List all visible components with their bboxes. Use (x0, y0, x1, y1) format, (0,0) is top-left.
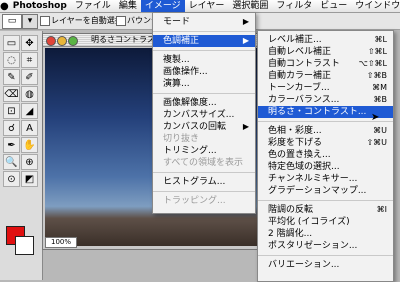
menu-app-photoshop[interactable]: Photoshop (9, 0, 71, 12)
menu-view[interactable]: ビュー (316, 0, 351, 12)
menu-item-gradient-map[interactable]: グラデーションマップ... (258, 185, 393, 197)
image-menu: モード ▶ 色調補正 ▶ 複製... 画像操作... 演算... 画像解像度... … (152, 12, 256, 214)
menu-item-reveal-all: すべての領域を表示 (163, 158, 244, 168)
menu-item-trim[interactable]: トリミング... (153, 145, 255, 157)
menu-item-auto-contrast[interactable]: 自動コントラスト ⌥⇧⌘L (258, 58, 393, 70)
menu-item-duplicate[interactable]: 複製... (153, 54, 255, 66)
submenu-arrow-icon: ▶ (242, 122, 249, 131)
eraser-tool-icon[interactable]: ⌫ (3, 86, 20, 102)
menu-separator (153, 191, 255, 192)
minimize-icon[interactable] (57, 36, 67, 46)
menu-item-apply-image[interactable]: 画像操作... (153, 66, 255, 78)
menu-item-variations[interactable]: バリエーション... (258, 259, 393, 271)
menu-item-desaturate[interactable]: 彩度を下げる ⇧⌘U (258, 137, 393, 149)
adjustments-submenu: レベル補正... ⌘L 自動レベル補正 ⇧⌘L 自動コントラスト ⌥⇧⌘L 自動カラー… (257, 30, 394, 282)
type-tool-icon[interactable]: A (21, 120, 38, 136)
submenu-arrow-icon: ▶ (242, 17, 249, 26)
menu-separator (153, 93, 255, 94)
shortcut-label: ⌘I (376, 205, 387, 214)
notes-tool-icon[interactable]: ⊙ (3, 171, 20, 187)
menu-select[interactable]: 選択範囲 (228, 0, 272, 12)
menu-item-channel-mixer[interactable]: チャンネルミキサー... (258, 173, 393, 185)
menu-item-trap: トラッピング... (163, 196, 226, 206)
menu-separator (153, 31, 255, 32)
menu-separator (153, 50, 255, 51)
menu-item-selective-color[interactable]: 特定色域の選択... (258, 161, 393, 173)
pencil-tool-icon[interactable]: ✐ (21, 69, 38, 85)
menu-item-curves[interactable]: トーンカーブ... ⌘M (258, 82, 393, 94)
mouse-cursor-icon: ➤ (371, 112, 380, 123)
shortcut-label: ⇧⌘U (366, 138, 387, 147)
zoom-tool-icon[interactable]: 🔍 (3, 154, 20, 170)
menu-item-levels[interactable]: レベル補正... ⌘L (258, 34, 393, 46)
stamp-tool-icon[interactable]: ◍ (21, 86, 38, 102)
submenu-arrow-icon: ▶ (242, 36, 249, 45)
hand-tool-icon[interactable]: ✋ (21, 137, 38, 153)
shortcut-label: ⌘M (372, 83, 387, 92)
menu-item-adjustments[interactable]: 色調補正 ▶ (153, 35, 255, 47)
menu-item-calculations[interactable]: 演算... (153, 78, 255, 90)
menu-layer[interactable]: レイヤー (185, 0, 229, 12)
menu-item-histogram[interactable]: ヒストグラム... (153, 176, 255, 188)
close-icon[interactable] (46, 36, 56, 46)
magic-wand-icon[interactable]: ⌗ (21, 52, 38, 68)
menu-separator (258, 200, 393, 201)
menu-item-threshold[interactable]: 2 階調化... (258, 228, 393, 240)
menu-image[interactable]: イメージ (140, 0, 185, 12)
lasso-tool-icon[interactable]: ◌ (3, 52, 20, 68)
menu-edit[interactable]: 編集 (115, 0, 141, 12)
menu-filter[interactable]: フィルタ (272, 0, 316, 12)
menu-separator (153, 172, 255, 173)
menu-item-hue-saturation[interactable]: 色相・彩度... ⌘U (258, 125, 393, 137)
shortcut-label: ⇧⌘B (366, 71, 387, 80)
pen-tool-icon[interactable]: ✒ (3, 137, 20, 153)
menu-separator (258, 255, 393, 256)
shortcut-label: ⌘U (373, 126, 387, 135)
menu-file[interactable]: ファイル (71, 0, 115, 12)
shortcut-label: ⌥⇧⌘L (358, 59, 387, 68)
menu-item-mode[interactable]: モード ▶ (153, 16, 255, 28)
menu-item-replace-color[interactable]: 色の置き換え... (258, 149, 393, 161)
menu-item-invert[interactable]: 階調の反転 ⌘I (258, 204, 393, 216)
crop-tool-icon[interactable]: ⊡ (3, 103, 20, 119)
zoom-icon[interactable] (68, 36, 78, 46)
menu-item-auto-color[interactable]: 自動カラー補正 ⇧⌘B (258, 70, 393, 82)
move-tool-icon[interactable]: ✥ (21, 35, 38, 51)
shortcut-label: ⇧⌘L (367, 47, 387, 56)
gradient-tool-icon[interactable]: ◢ (21, 103, 38, 119)
menu-item-crop: 切り抜き (163, 134, 200, 144)
shortcut-label: ⌘B (373, 95, 388, 104)
menu-item-canvas-size[interactable]: カンバスサイズ... (153, 109, 255, 121)
move-tool-icon[interactable]: ▭ (2, 14, 22, 29)
auto-select-layer-label: レイヤーを自動選択 (51, 16, 123, 25)
menu-item-equalize[interactable]: 平均化 (イコライズ) (258, 216, 393, 228)
dodge-tool-icon[interactable]: ☌ (3, 120, 20, 136)
marquee-tool-icon[interactable]: ▭ (3, 35, 20, 51)
brush-tool-icon[interactable]: ✎ (3, 69, 20, 85)
menu-item-image-size[interactable]: 画像解像度... (153, 97, 255, 109)
menu-item-rotate-canvas[interactable]: カンバスの回転 ▶ (153, 121, 255, 133)
mask-mode-icon[interactable]: ◩ (21, 171, 38, 187)
background-color-swatch[interactable] (15, 236, 34, 255)
eyedropper-tool-icon[interactable]: ⊕ (21, 154, 38, 170)
auto-select-layer-checkbox[interactable] (40, 16, 50, 26)
menu-item-auto-levels[interactable]: 自動レベル補正 ⇧⌘L (258, 46, 393, 58)
menu-item-color-balance[interactable]: カラーバランス... ⌘B (258, 94, 393, 106)
bounding-box-checkbox[interactable] (116, 16, 126, 26)
apple-icon[interactable]: ● (0, 1, 9, 12)
tool-preset-icon[interactable]: ▾ (22, 14, 38, 29)
menu-window[interactable]: ウインドウ (351, 0, 400, 12)
shortcut-label: ⌘L (374, 35, 387, 44)
zoom-level[interactable]: 100% (45, 237, 77, 248)
menu-item-posterize[interactable]: ポスタリゼーション... (258, 240, 393, 252)
